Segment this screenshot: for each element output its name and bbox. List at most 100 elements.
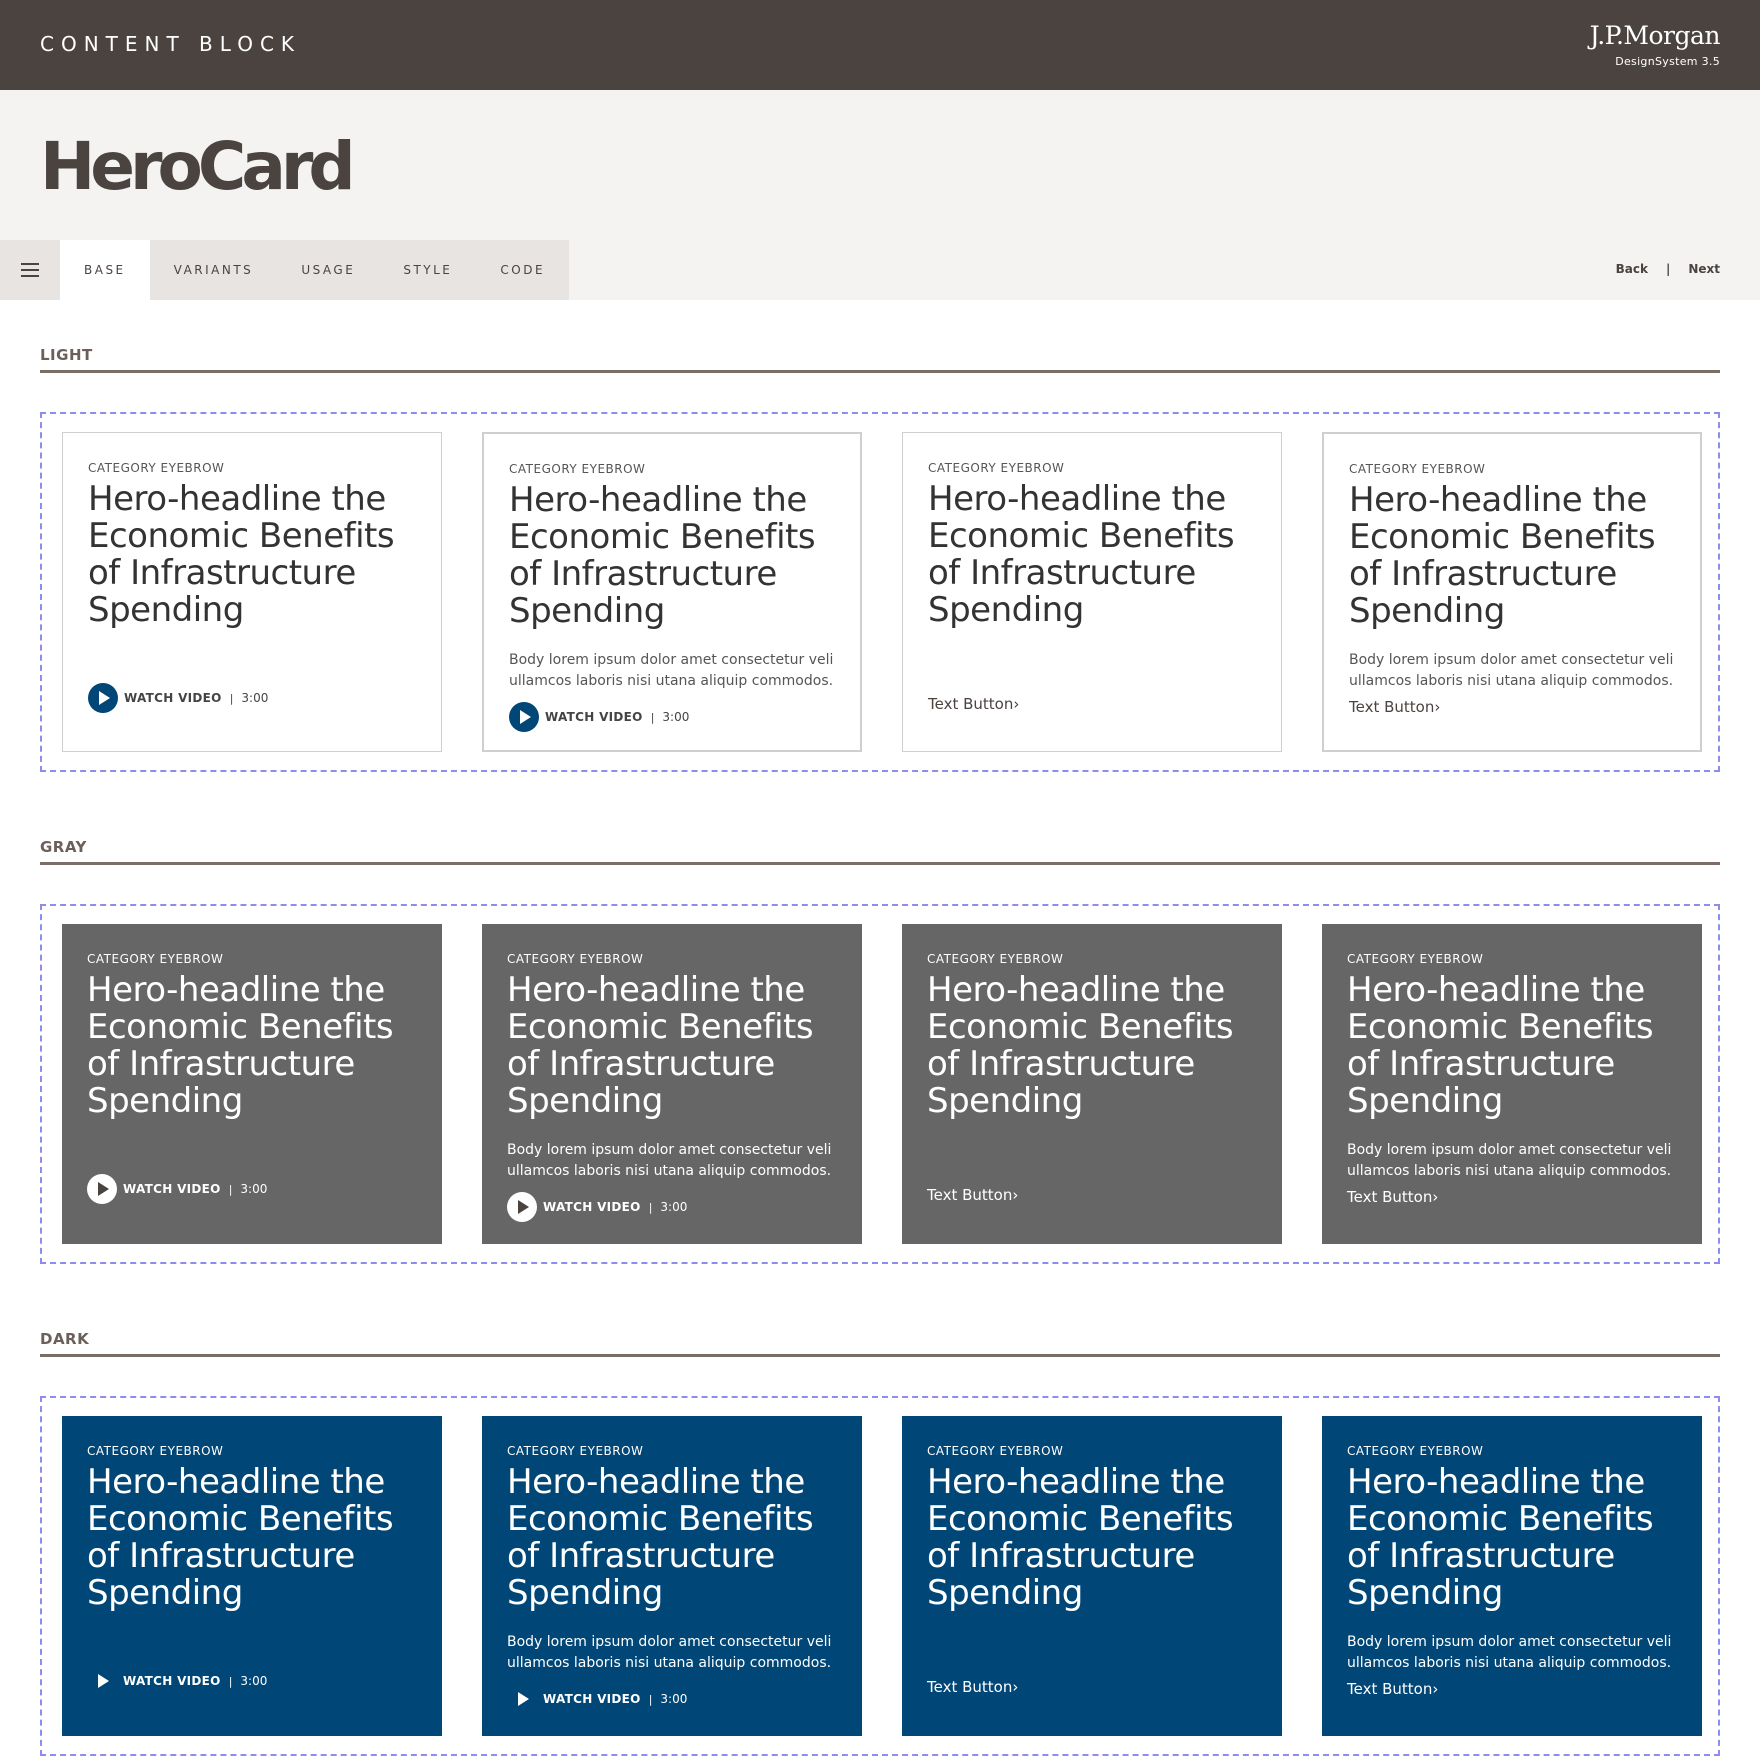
hero-card[interactable]: CATEGORY EYEBROW Hero-headline the Econom… (62, 1416, 442, 1736)
card-headline: Hero-headline the Economic Benefits of I… (507, 1462, 814, 1613)
card-eyebrow: CATEGORY EYEBROW (1347, 952, 1484, 966)
card-eyebrow: CATEGORY EYEBROW (88, 461, 225, 475)
pager: Back | Next (1616, 262, 1720, 276)
text-button-label: Text Button (928, 695, 1014, 713)
pager-divider: | (1665, 262, 1671, 276)
card-body: Body lorem ipsum dolor amet consectetur … (509, 652, 834, 689)
card-body: Body lorem ipsum dolor amet consectetur … (507, 1142, 832, 1179)
watch-video-label: WATCH VIDEO (545, 710, 643, 724)
top-bar: CONTENT BLOCK J.P.Morgan DesignSystem 3.… (0, 0, 1760, 90)
page-title: HeroCard (40, 128, 356, 205)
hero-card[interactable]: CATEGORY EYEBROW Hero-headline the Econom… (902, 432, 1282, 752)
divider: | (228, 1674, 233, 1688)
hero-card[interactable]: CATEGORY EYEBROW Hero-headline the Econom… (1322, 1416, 1702, 1736)
card-eyebrow: CATEGORY EYEBROW (509, 462, 646, 476)
text-button-label: Text Button (1347, 1680, 1433, 1698)
watch-video-link[interactable]: WATCH VIDEO | 3:00 (87, 1174, 267, 1204)
play-icon (87, 1666, 117, 1696)
text-button[interactable]: Text Button › (928, 695, 1019, 713)
hero-card[interactable]: CATEGORY EYEBROW Hero-headline the Econom… (902, 924, 1282, 1244)
card-headline: Hero-headline the Economic Benefits of I… (509, 480, 816, 631)
card-headline: Hero-headline the Economic Benefits of I… (88, 479, 395, 630)
card-headline: Hero-headline the Economic Benefits of I… (1347, 1462, 1654, 1613)
hero-card[interactable]: CATEGORY EYEBROW Hero-headline the Econom… (62, 432, 442, 752)
hero-card[interactable]: CATEGORY EYEBROW Hero-headline the Econom… (482, 1416, 862, 1736)
watch-video-label: WATCH VIDEO (123, 1182, 221, 1196)
chevron-right-icon: › (1432, 1188, 1439, 1206)
watch-video-link[interactable]: WATCH VIDEO | 3:00 (509, 702, 689, 732)
section-heading: LIGHT (40, 346, 1720, 373)
watch-video-link[interactable]: WATCH VIDEO | 3:00 (507, 1192, 687, 1222)
play-icon (507, 1192, 537, 1222)
chevron-right-icon: › (1434, 698, 1441, 716)
card-row: CATEGORY EYEBROW Hero-headline the Econom… (40, 1396, 1720, 1756)
section-heading: GRAY (40, 838, 1720, 865)
watch-video-label: WATCH VIDEO (123, 1674, 221, 1688)
tab-style[interactable]: STYLE (379, 240, 476, 300)
card-eyebrow: CATEGORY EYEBROW (507, 952, 644, 966)
hero-card[interactable]: CATEGORY EYEBROW Hero-headline the Econom… (1322, 432, 1702, 752)
watch-video-label: WATCH VIDEO (543, 1692, 641, 1706)
watch-video-link[interactable]: WATCH VIDEO | 3:00 (87, 1666, 267, 1696)
tab-bar: BASE VARIANTS USAGE STYLE CODE Back | Ne… (0, 240, 1760, 300)
card-headline: Hero-headline the Economic Benefits of I… (87, 1462, 394, 1613)
card-body: Body lorem ipsum dolor amet consectetur … (1349, 652, 1674, 689)
card-body: Body lorem ipsum dolor amet consectetur … (1347, 1142, 1672, 1179)
tab-code[interactable]: CODE (476, 240, 569, 300)
tab-variants[interactable]: VARIANTS (150, 240, 278, 300)
card-headline: Hero-headline the Economic Benefits of I… (927, 1462, 1234, 1613)
tab-usage[interactable]: USAGE (277, 240, 379, 300)
text-button[interactable]: Text Button › (927, 1186, 1018, 1204)
text-button-label: Text Button (927, 1186, 1013, 1204)
card-headline: Hero-headline the Economic Benefits of I… (927, 970, 1234, 1121)
card-row: CATEGORY EYEBROW Hero-headline the Econom… (40, 904, 1720, 1264)
chevron-right-icon: › (1432, 1680, 1439, 1698)
video-duration: 3:00 (660, 1200, 688, 1214)
card-eyebrow: CATEGORY EYEBROW (87, 1444, 224, 1458)
hero-card[interactable]: CATEGORY EYEBROW Hero-headline the Econom… (1322, 924, 1702, 1244)
text-button-label: Text Button (1349, 698, 1435, 716)
text-button[interactable]: Text Button › (1347, 1188, 1438, 1206)
hero-card[interactable]: CATEGORY EYEBROW Hero-headline the Econom… (62, 924, 442, 1244)
card-headline: Hero-headline the Economic Benefits of I… (507, 970, 814, 1121)
card-eyebrow: CATEGORY EYEBROW (927, 1444, 1064, 1458)
text-button[interactable]: Text Button › (1349, 698, 1440, 716)
back-link[interactable]: Back (1616, 262, 1648, 276)
text-button-label: Text Button (927, 1678, 1013, 1696)
card-body: Body lorem ipsum dolor amet consectetur … (1347, 1634, 1672, 1671)
divider: | (648, 1692, 653, 1706)
card-headline: Hero-headline the Economic Benefits of I… (87, 970, 394, 1121)
card-headline: Hero-headline the Economic Benefits of I… (1349, 480, 1656, 631)
section-heading: DARK (40, 1330, 1720, 1357)
brand-logo: J.P.Morgan (1589, 21, 1721, 50)
card-body: Body lorem ipsum dolor amet consectetur … (507, 1634, 832, 1671)
hero-card[interactable]: CATEGORY EYEBROW Hero-headline the Econom… (902, 1416, 1282, 1736)
card-row: CATEGORY EYEBROW Hero-headline the Econom… (40, 412, 1720, 772)
chevron-right-icon: › (1012, 1186, 1019, 1204)
video-duration: 3:00 (660, 1692, 688, 1706)
brand: J.P.Morgan DesignSystem 3.5 (1589, 21, 1721, 70)
tab-base[interactable]: BASE (60, 240, 150, 300)
card-eyebrow: CATEGORY EYEBROW (1349, 462, 1486, 476)
video-duration: 3:00 (241, 691, 269, 705)
title-bar: HeroCard (0, 90, 1760, 240)
card-eyebrow: CATEGORY EYEBROW (87, 952, 224, 966)
text-button[interactable]: Text Button › (1347, 1680, 1438, 1698)
hero-card[interactable]: CATEGORY EYEBROW Hero-headline the Econom… (482, 432, 862, 752)
card-eyebrow: CATEGORY EYEBROW (927, 952, 1064, 966)
watch-video-link[interactable]: WATCH VIDEO | 3:00 (507, 1684, 687, 1714)
divider: | (228, 1182, 233, 1196)
watch-video-label: WATCH VIDEO (543, 1200, 641, 1214)
chevron-right-icon: › (1012, 1678, 1019, 1696)
card-eyebrow: CATEGORY EYEBROW (507, 1444, 644, 1458)
tab-group: BASE VARIANTS USAGE STYLE CODE (0, 240, 570, 300)
card-headline: Hero-headline the Economic Benefits of I… (928, 479, 1235, 630)
watch-video-link[interactable]: WATCH VIDEO | 3:00 (88, 683, 268, 713)
text-button[interactable]: Text Button › (927, 1678, 1018, 1696)
section-label: CONTENT BLOCK (40, 32, 302, 56)
play-icon (88, 683, 118, 713)
menu-button[interactable] (0, 240, 60, 300)
hero-card[interactable]: CATEGORY EYEBROW Hero-headline the Econom… (482, 924, 862, 1244)
hamburger-icon (21, 263, 39, 277)
next-link[interactable]: Next (1688, 262, 1720, 276)
